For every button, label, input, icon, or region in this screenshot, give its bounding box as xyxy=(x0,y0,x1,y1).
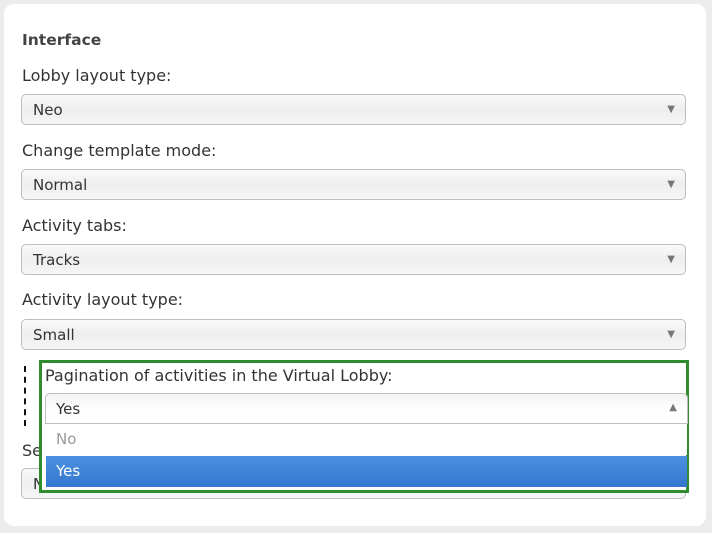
dashed-divider xyxy=(24,366,26,426)
chevron-down-icon: ▼ xyxy=(667,104,675,115)
activity-layout-label: Activity layout type: xyxy=(22,290,184,309)
activity-tabs-label: Activity tabs: xyxy=(22,216,127,235)
pagination-option-no[interactable]: No xyxy=(46,424,687,455)
chevron-up-icon: ▲ xyxy=(669,402,677,413)
lobby-layout-select[interactable]: Neo ▼ xyxy=(21,94,686,125)
pagination-option-yes[interactable]: Yes xyxy=(46,456,687,487)
lobby-layout-value: Neo xyxy=(33,101,63,119)
section-title: Interface xyxy=(22,31,102,49)
activity-layout-value: Small xyxy=(33,326,75,344)
template-mode-label: Change template mode: xyxy=(22,141,217,160)
activity-layout-select[interactable]: Small ▼ xyxy=(21,319,686,350)
pagination-label: Pagination of activities in the Virtual … xyxy=(45,366,393,385)
pagination-select[interactable]: Yes ▲ xyxy=(45,393,688,424)
template-mode-value: Normal xyxy=(33,176,88,194)
chevron-down-icon: ▼ xyxy=(667,329,675,340)
chevron-down-icon: ▼ xyxy=(667,254,675,265)
activity-tabs-value: Tracks xyxy=(33,251,81,269)
lobby-layout-label: Lobby layout type: xyxy=(22,66,172,85)
template-mode-select[interactable]: Normal ▼ xyxy=(21,169,686,200)
chevron-down-icon: ▼ xyxy=(667,179,675,190)
activity-tabs-select[interactable]: Tracks ▼ xyxy=(21,244,686,275)
pagination-value: Yes xyxy=(56,400,81,418)
